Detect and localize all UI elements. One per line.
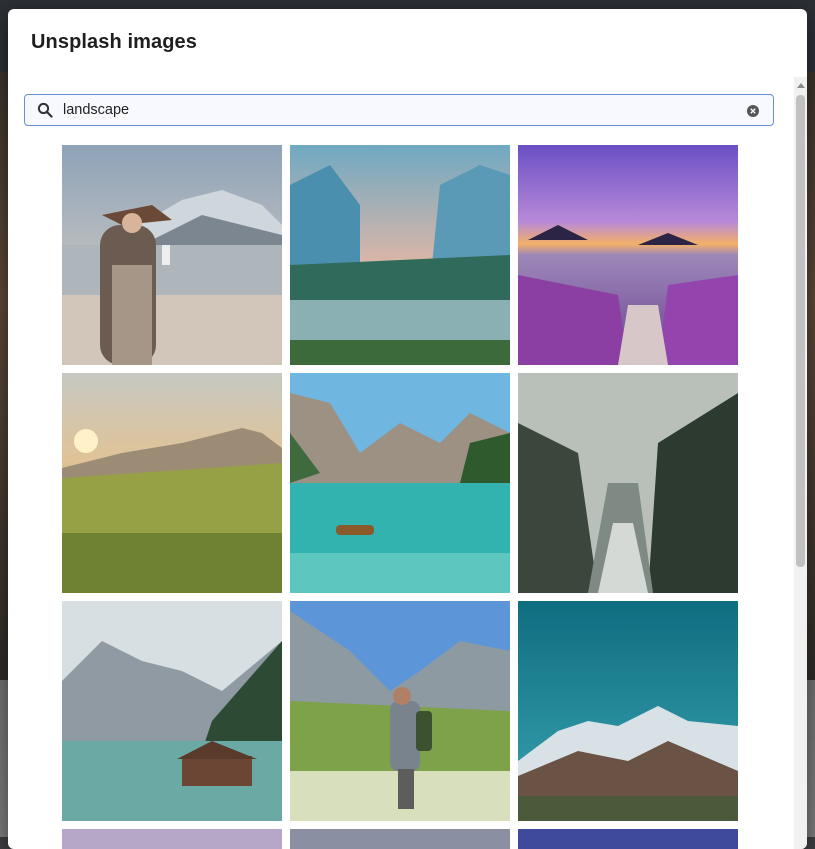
scroll-up-arrow-icon[interactable]	[797, 83, 805, 88]
image-sunset-meadow[interactable]	[62, 373, 282, 593]
unsplash-modal: Unsplash images	[8, 9, 807, 849]
image-purple-flowers-lake[interactable]	[518, 145, 738, 365]
search-box[interactable]	[24, 94, 774, 126]
image-hiker-drinking[interactable]	[290, 601, 510, 821]
image-foggy-forest-river[interactable]	[518, 373, 738, 593]
image-partial-3[interactable]	[518, 829, 738, 849]
image-partial-1[interactable]	[62, 829, 282, 849]
image-partial-2[interactable]	[290, 829, 510, 849]
modal-title: Unsplash images	[31, 31, 198, 53]
search-icon	[37, 102, 53, 118]
scroll-thumb[interactable]	[796, 95, 805, 567]
scrollbar[interactable]	[794, 77, 807, 849]
image-misty-valley-river[interactable]	[290, 145, 510, 365]
image-snowy-mountains-teal-sky[interactable]	[518, 601, 738, 821]
image-mountain-lake-cabin[interactable]	[62, 601, 282, 821]
clear-icon[interactable]	[747, 104, 759, 117]
image-turquoise-lake-boat[interactable]	[290, 373, 510, 593]
image-woman-hat-lake[interactable]	[62, 145, 282, 365]
search-input[interactable]	[63, 100, 723, 120]
